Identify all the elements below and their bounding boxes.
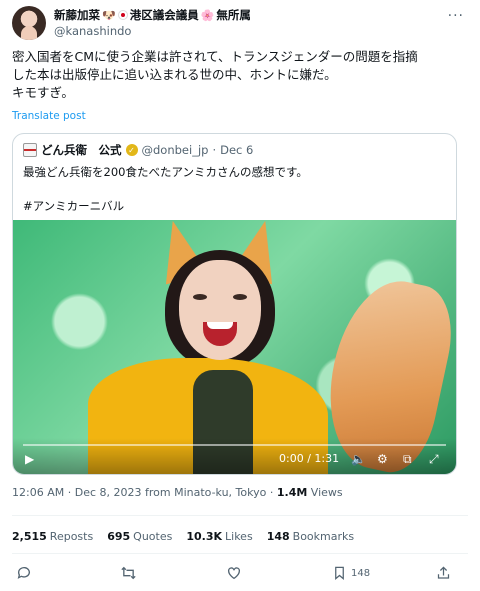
sakura-icon: 🌸 — [200, 8, 215, 22]
views-count: 1.4M — [276, 486, 308, 499]
views-label: Views — [310, 486, 343, 499]
name-part3[interactable]: 無所属 — [216, 7, 251, 23]
quote-separator: · — [212, 143, 217, 157]
post-time[interactable]: 12:06 AM — [12, 486, 64, 499]
translate-link[interactable]: Translate post — [12, 110, 86, 122]
fullscreen-icon[interactable]: ⤢ — [429, 452, 439, 466]
video-scene-face — [179, 260, 261, 360]
quote-text: 最強どん兵衛を200食たべたアンミカさんの感想です。 #アンミカーニバル — [23, 165, 308, 213]
video-player[interactable]: ▶ 0:00 / 1:31 🔈 ⚙ ⧉ ⤢ — [13, 220, 456, 474]
tweet-header: 新藤加菜 🐶 港区議会議員 🌸 無所属 @kanashindo ··· — [12, 6, 468, 42]
likes-count: 10.3K — [186, 530, 223, 543]
video-time: 0:00 / 1:31 — [279, 452, 340, 465]
quote-date: Dec 6 — [220, 143, 254, 157]
reply-icon — [17, 567, 30, 579]
play-icon[interactable]: ▶ — [25, 452, 34, 466]
display-name[interactable]: 新藤加菜 — [54, 7, 100, 23]
likes-stat[interactable]: 10.3K Likes — [186, 530, 252, 543]
bookmark-icon — [335, 566, 344, 580]
donbei-logo-icon — [23, 143, 37, 157]
bookmark-button[interactable]: 148 — [332, 565, 370, 581]
likes-label: Likes — [225, 530, 253, 543]
reposts-stat[interactable]: 2,515 Reposts — [12, 530, 93, 543]
quotes-stat[interactable]: 695 Quotes — [107, 530, 172, 543]
meta-separator: · — [269, 486, 274, 499]
like-button[interactable] — [226, 565, 242, 581]
dog-icon: 🐶 — [102, 8, 116, 22]
quotes-label: Quotes — [133, 530, 173, 543]
divider — [12, 515, 468, 516]
bookmarks-label: Bookmarks — [292, 530, 355, 543]
settings-gear-icon[interactable]: ⚙ — [377, 452, 388, 466]
volume-icon[interactable]: 🔈 — [351, 452, 366, 466]
quotes-count: 695 — [107, 530, 131, 543]
repost-button[interactable] — [120, 565, 137, 581]
tweet-meta: 12:06 AM · Dec 8, 2023 from Minato-ku, T… — [12, 486, 343, 499]
quoted-tweet[interactable]: どん兵衛 公式 ✓ @donbei_jp · Dec 6 最強どん兵衛を200食… — [12, 133, 457, 475]
video-scene-mouth — [203, 322, 237, 346]
action-bar: 148 — [14, 565, 454, 583]
japan-flag-icon — [117, 10, 128, 20]
reply-button[interactable] — [16, 565, 32, 581]
author-name[interactable]: 新藤加菜 🐶 港区議会議員 🌸 無所属 — [54, 7, 251, 23]
quote-handle: @donbei_jp — [141, 143, 209, 157]
video-controls: ▶ 0:00 / 1:31 🔈 ⚙ ⧉ ⤢ — [13, 438, 456, 474]
heart-icon — [228, 567, 240, 580]
bookmark-count: 148 — [351, 567, 371, 579]
share-button[interactable] — [436, 565, 451, 581]
bookmarks-count: 148 — [266, 530, 290, 543]
meta-separator: · — [67, 486, 72, 499]
quote-author-name: どん兵衛 公式 — [41, 143, 122, 157]
reposts-count: 2,515 — [12, 530, 47, 543]
share-icon — [437, 566, 450, 579]
video-scene-eye — [233, 294, 247, 300]
reposts-label: Reposts — [49, 530, 94, 543]
pop-out-icon[interactable]: ⧉ — [403, 452, 412, 466]
engagement-stats: 2,515 Reposts 695 Quotes 10.3K Likes 148 Boo… — [12, 530, 354, 543]
repost-icon — [121, 566, 136, 580]
tweet-text: 密入国者をCMに使う企業は許されて、トランスジェンダーの問題を指摘 した本は出版… — [12, 49, 418, 100]
bookmarks-stat[interactable]: 148 Bookmarks — [267, 530, 354, 543]
video-progress-bar[interactable] — [23, 444, 446, 446]
avatar[interactable] — [12, 6, 46, 40]
author-handle[interactable]: @kanashindo — [54, 24, 131, 38]
name-part2[interactable]: 港区議会議員 — [130, 7, 199, 23]
verified-badge-icon: ✓ — [125, 144, 138, 156]
more-icon[interactable]: ··· — [448, 8, 464, 24]
video-scene-eye — [193, 294, 207, 300]
divider — [12, 553, 468, 554]
post-date-place[interactable]: Dec 8, 2023 from Minato-ku, Tokyo — [75, 486, 267, 499]
quote-header: どん兵衛 公式 ✓ @donbei_jp · Dec 6 — [23, 142, 253, 158]
